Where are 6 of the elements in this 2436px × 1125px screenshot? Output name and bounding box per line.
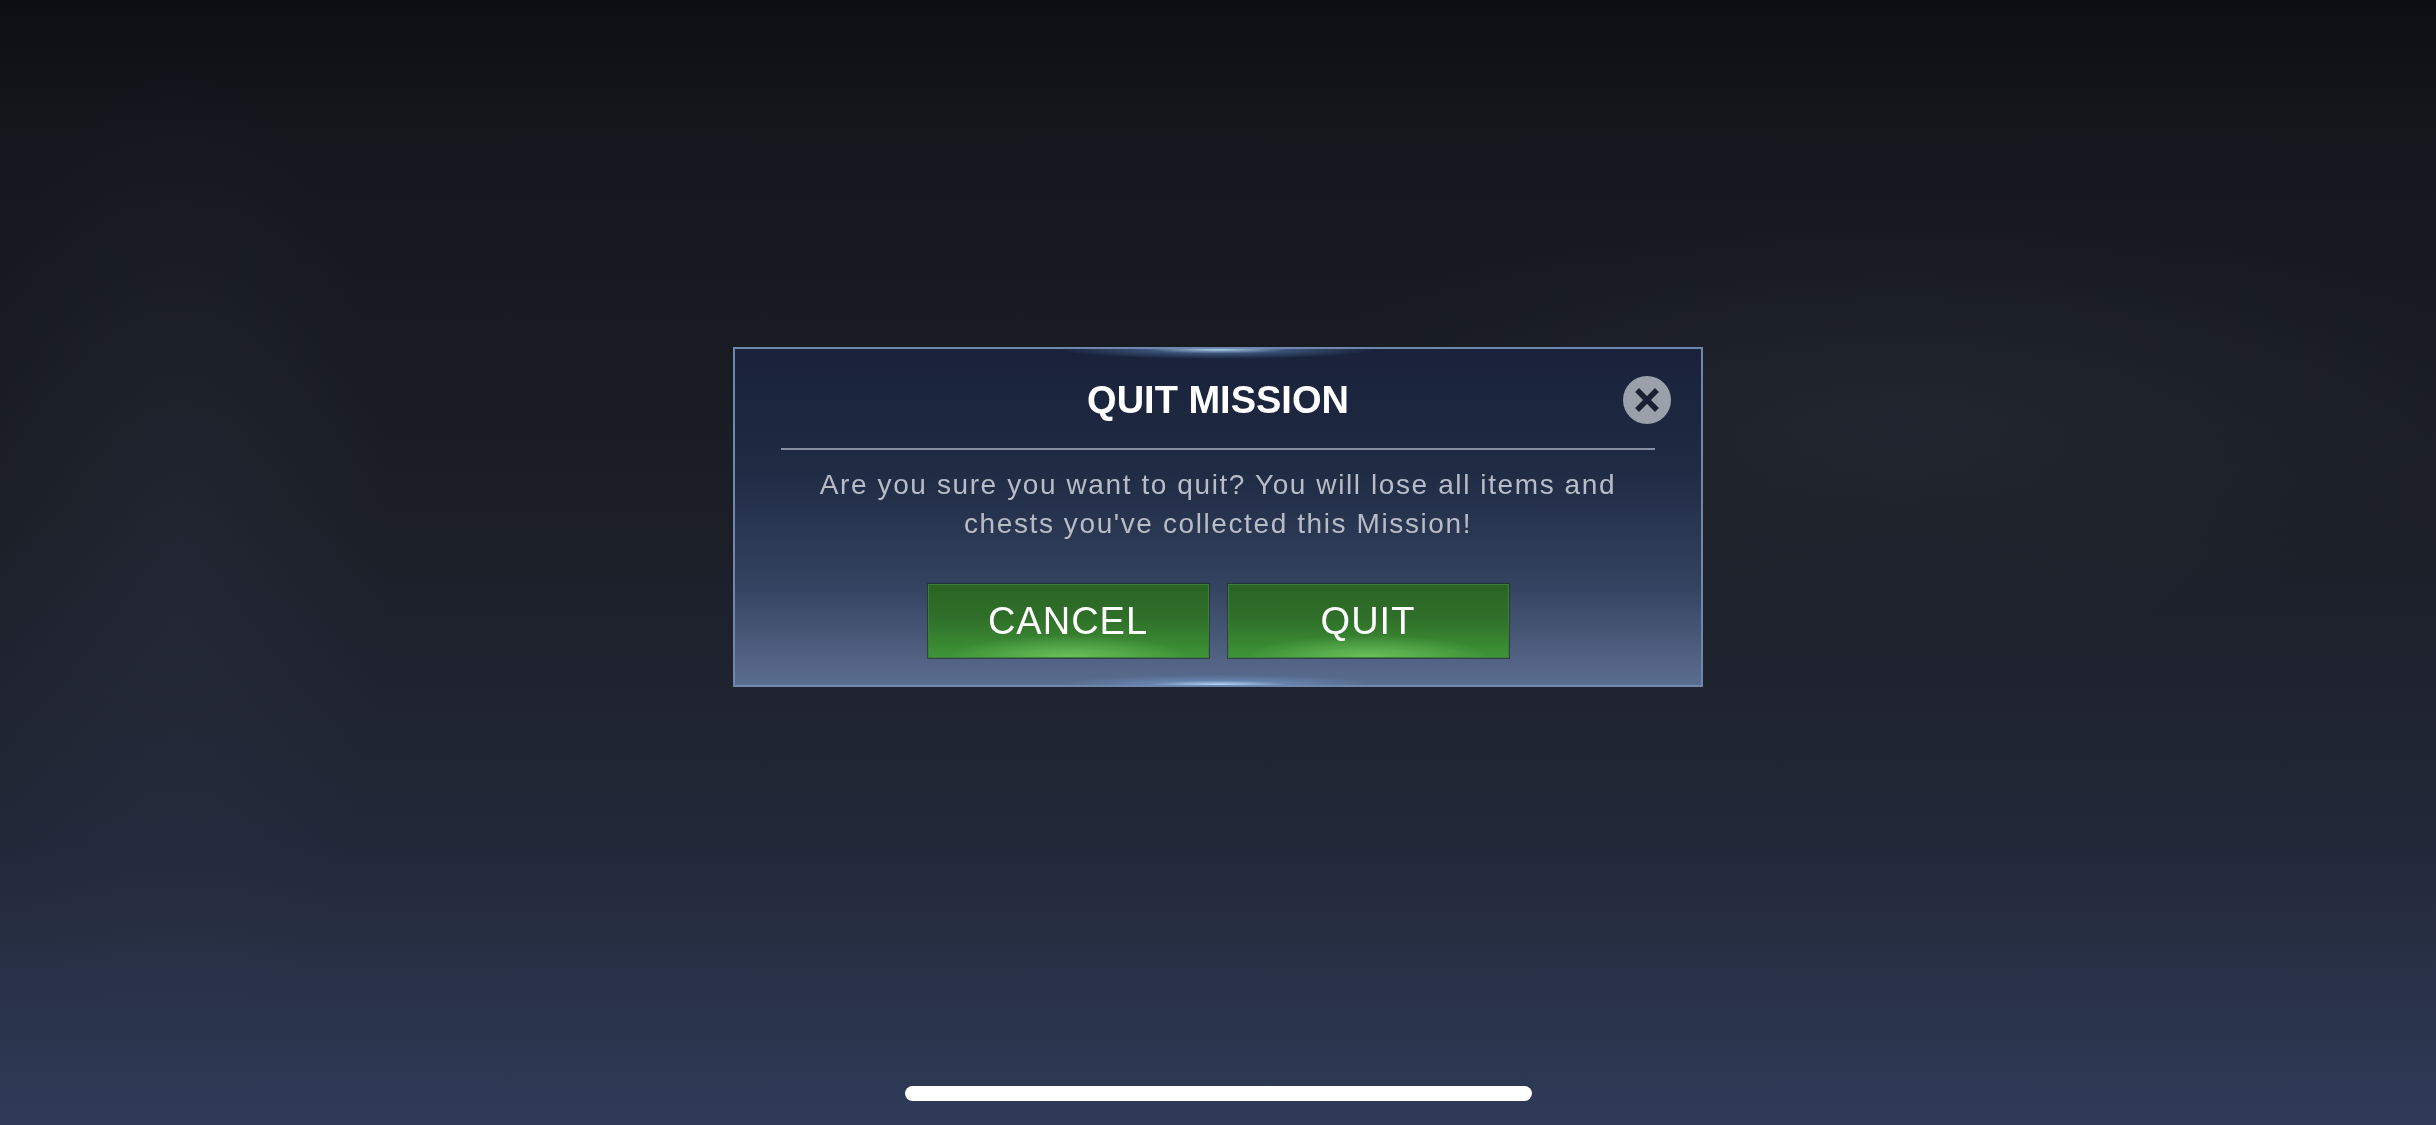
close-icon [1623,376,1671,424]
dialog-message: Are you sure you want to quit? You will lose all items and chests you've collected this Mission! [818,468,1618,541]
cancel-button[interactable]: CANCEL [927,584,1209,658]
quit-button[interactable]: QUIT [1227,584,1509,658]
dialog-title: QUIT MISSION [1087,378,1349,422]
close-button[interactable] [1623,376,1671,424]
